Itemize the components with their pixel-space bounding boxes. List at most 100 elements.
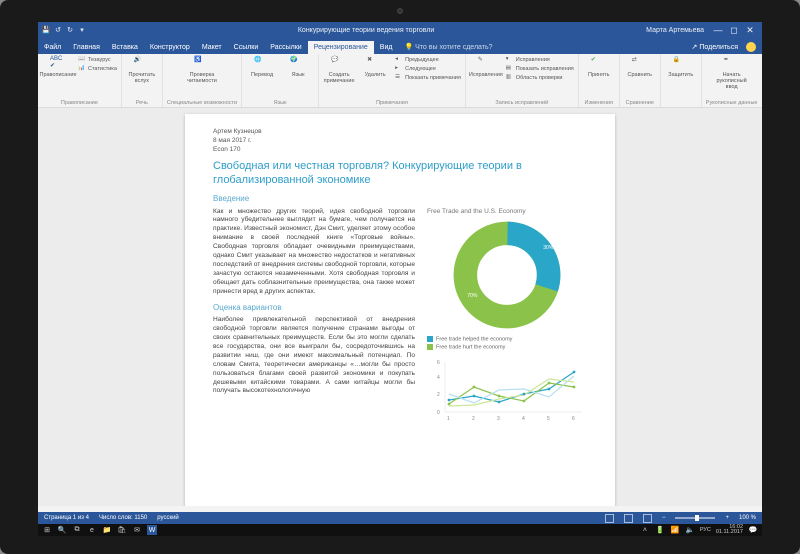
accessibility-button[interactable]: ♿ Проверка читаемости [186,56,218,85]
save-icon[interactable]: 💾 [42,26,50,34]
user-name[interactable]: Марта Артемьева [646,27,704,34]
tab-layout[interactable]: Макет [196,41,228,54]
compare-button[interactable]: ⇄Сравнить [624,56,656,79]
taskview-icon[interactable]: ⧉ [72,525,82,535]
ime-lang[interactable]: РУС [700,527,711,533]
group-protect: 🔒Защитить [661,54,702,107]
share-button[interactable]: ↗ Поделиться [686,40,744,54]
wordcount-button[interactable]: 📊Статистика [78,65,117,73]
read-aloud-button[interactable]: 🔊 Прочитать вслух [126,56,158,85]
tab-insert[interactable]: Вставка [106,41,144,54]
tell-me[interactable]: 💡 Что вы хотите сделать? [398,40,498,54]
action-center-icon[interactable]: 💬 [748,525,758,535]
show-markup-button[interactable]: ▤Показать исправления [506,65,574,73]
store-icon[interactable]: 🛍 [117,525,127,535]
minimize-button[interactable]: — [710,25,726,35]
ink-button[interactable]: ✒Начать рукописный ввод [716,56,748,90]
wifi-icon[interactable]: 📶 [670,525,680,535]
tab-home[interactable]: Главная [67,41,106,54]
tab-design[interactable]: Конструктор [144,41,196,54]
document-area[interactable]: Артем Кузнецов 8 мая 2017 г. Econ 170 Св… [38,108,762,506]
tab-review[interactable]: Рецензирование [308,41,374,54]
battery-icon[interactable]: 🔋 [655,525,665,535]
explorer-icon[interactable]: 📁 [102,525,112,535]
accept-button[interactable]: ✔Принять [583,56,615,79]
group-changes-label: Изменения [585,100,614,106]
delete-comment-button[interactable]: ✖Удалить [359,56,391,79]
reviewing-pane-button[interactable]: ▥Область проверки [506,74,574,82]
device-camera [397,8,403,14]
word-icon[interactable]: W [147,525,157,535]
swatch-icon [427,344,433,350]
next-comment-button[interactable]: ▸Следующее [395,65,461,73]
doc-course: Econ 170 [213,146,587,155]
search-icon[interactable]: 🔍 [57,525,67,535]
delete-comment-label: Удалить [365,73,386,79]
tab-view[interactable]: Вид [374,41,399,54]
group-proofing-label: Правописание [61,100,98,106]
thesaurus-button[interactable]: 📖Тезаурус [78,56,117,64]
group-changes: ✔Принять Изменения [579,54,620,107]
read-mode-icon[interactable] [605,514,614,523]
svg-text:2: 2 [472,416,475,422]
zoom-in-button[interactable]: + [725,515,729,521]
tab-file[interactable]: Файл [38,41,67,54]
tab-references[interactable]: Ссылки [228,41,265,54]
clock[interactable]: 16:02 01.11.2017 [716,525,743,536]
paragraph-2: Наиболее привлекательной перспективой от… [213,316,415,396]
show-comments-button[interactable]: ☰Показать примечания [395,74,461,82]
zoom-level[interactable]: 100 % [739,515,756,521]
legend-label-2: Free trade hurt the economy [436,345,505,351]
svg-text:4: 4 [437,375,440,381]
qat-customize-icon[interactable]: ▾ [78,26,86,34]
doc-date: 8 мая 2017 г. [213,137,587,146]
print-layout-icon[interactable] [624,514,633,523]
donut-chart-title: Free Trade and the U.S. Economy [427,208,587,217]
group-speech: 🔊 Прочитать вслух Речь [122,54,163,107]
web-layout-icon[interactable] [643,514,652,523]
zoom-out-button[interactable]: − [662,515,666,521]
thesaurus-label: Тезаурус [88,57,111,63]
redo-icon[interactable]: ↻ [66,26,74,34]
track-changes-button[interactable]: ✎Исправления [470,56,502,79]
tab-mailings[interactable]: Рассылки [264,41,307,54]
translate-icon: 🌐 [254,56,270,72]
translate-button[interactable]: 🌐Перевод [246,56,278,79]
mail-icon[interactable]: ✉ [132,525,142,535]
protect-button[interactable]: 🔒Защитить [665,56,697,79]
donut-legend: Free trade helped the economy Free trade… [427,336,587,352]
new-comment-button[interactable]: 💬Создать примечание [323,56,355,85]
undo-icon[interactable]: ↺ [54,26,62,34]
svg-text:1: 1 [447,416,450,422]
prev-comment-button[interactable]: ◂Предыдущее [395,56,461,64]
svg-text:0: 0 [437,410,440,416]
group-ink: ✒Начать рукописный ввод Рукописные данны… [702,54,762,107]
group-comments: 💬Создать примечание ✖Удалить ◂Предыдущее… [319,54,466,107]
zoom-slider[interactable] [675,517,715,519]
status-words[interactable]: Число слов: 1150 [99,515,147,521]
feedback-icon[interactable] [746,42,756,52]
language-label: Язык [292,73,305,79]
volume-icon[interactable]: 🔈 [685,525,695,535]
doc-author: Артем Кузнецов [213,128,587,137]
start-icon[interactable]: ⊞ [42,525,52,535]
close-button[interactable]: ✕ [742,25,758,36]
status-lang[interactable]: русский [157,515,179,521]
track-changes-label: Исправления [469,73,503,79]
edge-icon[interactable]: e [87,525,97,535]
language-button[interactable]: 🌍Язык [282,56,314,79]
ribbon: ABC✔ Правописание 📖Тезаурус 📊Статистика … [38,54,762,108]
titlebar: 💾 ↺ ↻ ▾ Конкурирующие теории ведения тор… [38,22,762,38]
maximize-button[interactable]: ◻ [726,25,742,36]
ribbon-tabs: Файл Главная Вставка Конструктор Макет С… [38,38,762,54]
group-tracking: ✎Исправления ▾Исправления ▤Показать испр… [466,54,579,107]
group-comments-label: Примечания [376,100,408,106]
page[interactable]: Артем Кузнецов 8 мая 2017 г. Econ 170 Св… [185,114,615,506]
display-mode-dropdown[interactable]: ▾Исправления [506,56,574,64]
svg-text:6: 6 [572,416,575,422]
tray-up-icon[interactable]: ˄ [640,525,650,535]
spellcheck-button[interactable]: ABC✔ Правописание [42,56,74,79]
reviewing-pane-label: Область проверки [516,75,563,81]
status-page[interactable]: Страница 1 из 4 [44,515,89,521]
markup-icon: ▤ [506,65,514,73]
